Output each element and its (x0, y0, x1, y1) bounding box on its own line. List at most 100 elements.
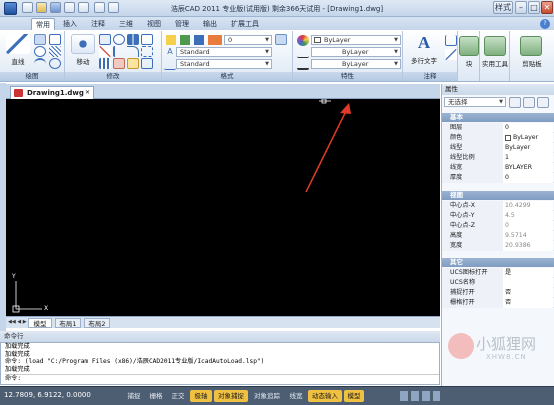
offset-icon[interactable] (141, 46, 153, 57)
command-prompt[interactable]: 命令: (5, 374, 439, 383)
arc-icon[interactable] (34, 58, 46, 69)
select-objects-icon[interactable] (523, 97, 535, 108)
layer-state-icons[interactable] (166, 35, 222, 45)
status-otrack[interactable]: 对象追踪 (250, 390, 284, 402)
tab-insert[interactable]: 插入 (58, 18, 82, 30)
group-label-draw[interactable]: 绘图 (0, 72, 64, 81)
tab-home[interactable]: 常用 (31, 18, 55, 30)
prop-row[interactable]: 图层 0 (442, 123, 554, 133)
tab-model[interactable]: 模型 (28, 318, 52, 328)
group-label-format[interactable]: 格式 (162, 72, 292, 81)
move-tool-icon[interactable] (71, 34, 95, 54)
status-ortho[interactable]: 正交 (168, 390, 188, 402)
dimension-icon[interactable] (445, 35, 457, 46)
prop-row[interactable]: 中心点-Y 4.5 (442, 211, 554, 221)
document-tab[interactable]: Drawing1.dwg ✕ (10, 86, 94, 99)
prop-row[interactable]: 厚度 0 (442, 173, 554, 183)
group-label-properties[interactable]: 特性 (293, 72, 402, 81)
status-grid[interactable]: 栅格 (146, 390, 166, 402)
explode-icon[interactable] (127, 58, 139, 69)
status-polar[interactable]: 极轴 (190, 390, 212, 402)
tab-layout2[interactable]: 布局2 (84, 318, 110, 328)
selection-dropdown[interactable]: 无选择 ▼ (444, 97, 506, 107)
prop-row[interactable]: 高度 9.5714 (442, 231, 554, 241)
mirror-icon[interactable] (127, 34, 139, 45)
layer-dropdown[interactable]: 0 ▼ (224, 35, 272, 45)
copy-icon[interactable] (99, 34, 111, 45)
dim-style-dropdown[interactable]: Standard ▼ (176, 59, 272, 69)
block-label[interactable]: 块 (458, 58, 480, 68)
prop-row[interactable]: 宽度 20.9386 (442, 241, 554, 251)
text-style-dropdown[interactable]: Standard ▼ (176, 47, 272, 57)
status-snap[interactable]: 捕捉 (124, 390, 144, 402)
drawing-canvas[interactable]: Y X (6, 99, 440, 316)
minimize-button[interactable]: – (515, 1, 527, 14)
group-label-modify[interactable]: 修改 (65, 72, 161, 81)
prop-row[interactable]: 线型比例 1 (442, 153, 554, 163)
section-header[interactable]: 视图 (442, 191, 554, 200)
prop-row[interactable]: UCS图标打开是 (442, 268, 554, 278)
quick-select-icon[interactable] (509, 97, 521, 108)
array-icon[interactable] (99, 58, 111, 69)
trim-icon[interactable] (99, 46, 111, 57)
utility-label[interactable]: 实用工具 (480, 58, 510, 68)
block-icon[interactable] (459, 36, 479, 56)
close-button[interactable]: ✕ (541, 1, 553, 14)
polyline-icon[interactable] (34, 34, 46, 45)
maximize-button[interactable]: □ (528, 1, 540, 14)
prop-row[interactable]: 栅格打开否 (442, 298, 554, 308)
tray-icons[interactable] (400, 391, 440, 401)
lineweight-icon[interactable] (297, 59, 309, 70)
utility-icon[interactable] (484, 36, 506, 56)
status-osnap[interactable]: 对象捕捉 (214, 390, 248, 402)
toggle-pickadd-icon[interactable] (537, 97, 549, 108)
prop-row[interactable]: 线宽 BYLAYER (442, 163, 554, 173)
line-tool-icon[interactable] (6, 34, 30, 54)
color-dropdown[interactable]: ByLayer ▼ (311, 35, 401, 45)
erase-icon[interactable] (113, 58, 125, 69)
extend-icon[interactable] (113, 46, 125, 57)
tab-extensions[interactable]: 扩展工具 (227, 18, 263, 30)
help-icon[interactable]: ? (540, 19, 550, 29)
mtext-label[interactable]: 多行文字 (405, 55, 443, 65)
status-dyninput[interactable]: 动态输入 (308, 390, 342, 402)
mtext-icon[interactable]: A (413, 33, 435, 53)
stretch-icon[interactable] (141, 58, 153, 69)
scale-icon[interactable] (141, 34, 153, 45)
prop-row[interactable]: 颜色 ByLayer (442, 133, 554, 143)
style-menu[interactable]: 样式 (493, 1, 513, 14)
color-wheel-icon[interactable] (297, 35, 309, 46)
tab-3d[interactable]: 三维 (114, 18, 138, 30)
tab-output[interactable]: 输出 (198, 18, 222, 30)
text-style-icon[interactable]: A (164, 47, 176, 58)
dim-style-icon[interactable] (164, 59, 176, 70)
coordinate-readout[interactable]: 12.7809, 6.9122, 0.0000 (4, 391, 91, 399)
tab-view[interactable]: 视图 (142, 18, 166, 30)
status-lineweight[interactable]: 线宽 (286, 390, 306, 402)
prop-row[interactable]: 中心点-X 10.4299 (442, 201, 554, 211)
linetype-dropdown[interactable]: ByLayer ▼ (311, 47, 401, 57)
close-icon[interactable]: ✕ (85, 87, 90, 99)
tab-manage[interactable]: 管理 (170, 18, 194, 30)
fillet-icon[interactable] (127, 46, 139, 57)
group-label-annotation[interactable]: 注释 (403, 72, 457, 81)
layer-manager-icon[interactable] (275, 34, 287, 45)
rectangle-icon[interactable] (49, 34, 61, 45)
lineweight-dropdown[interactable]: ByLayer ▼ (311, 59, 401, 69)
leader-icon[interactable] (445, 49, 457, 60)
ellipse-icon[interactable] (49, 58, 61, 69)
linetype-icon[interactable] (297, 47, 309, 58)
prop-row[interactable]: UCS名称 (442, 278, 554, 288)
prop-row[interactable]: 中心点-Z 0 (442, 221, 554, 231)
hatch-icon[interactable] (49, 46, 61, 57)
clipboard-icon[interactable] (520, 36, 542, 56)
circle-icon[interactable] (34, 46, 46, 57)
status-model[interactable]: 模型 (344, 390, 364, 402)
rotate-icon[interactable] (113, 34, 125, 45)
tab-annotate[interactable]: 注释 (86, 18, 110, 30)
section-header[interactable]: 其它 (442, 258, 554, 267)
prop-row[interactable]: 捕捉打开否 (442, 288, 554, 298)
clipboard-label[interactable]: 剪贴板 (510, 58, 554, 68)
prop-row[interactable]: 线型 ByLayer (442, 143, 554, 153)
section-header[interactable]: 基本 (442, 113, 554, 122)
